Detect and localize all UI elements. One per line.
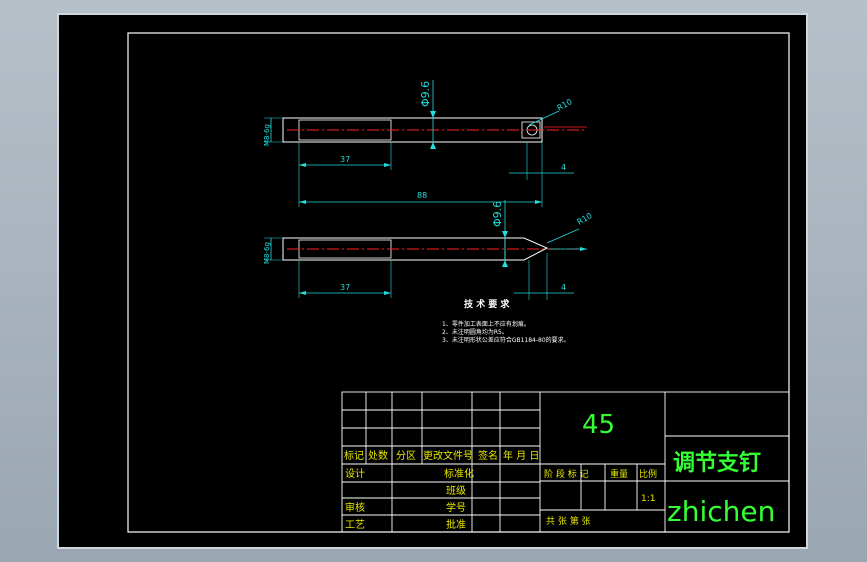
- label-jieduan: 阶 段 标 记: [544, 468, 589, 480]
- label-banji: 班级: [446, 485, 466, 497]
- dim-r10-bottom: R10: [576, 211, 594, 227]
- scale-value: 1:1: [641, 494, 655, 504]
- label-fenqu: 分区: [396, 450, 416, 462]
- dim-left-top: M8-6g: [263, 124, 271, 146]
- label-xuehao: 学号: [446, 501, 466, 514]
- label-sheji: 设计: [345, 467, 365, 480]
- label-pizhun: 批准: [446, 518, 466, 531]
- dim-4-bottom: 4: [561, 283, 566, 292]
- label-gongyi: 工艺: [345, 519, 365, 531]
- drawing-sheet: Φ9.6 R10 37 4 88 M8-6g Φ9.6 R10 37 4 M8-…: [57, 13, 808, 549]
- label-chushu: 处数: [368, 449, 388, 462]
- label-gengai: 更改文件号: [423, 449, 473, 462]
- dim-left-bottom: M8-6g: [263, 242, 271, 264]
- label-bili: 比例: [639, 468, 657, 480]
- material-value: 45: [582, 410, 615, 440]
- dim-r10-top: R10: [556, 97, 574, 113]
- label-zhongliang: 重量: [610, 468, 628, 480]
- label-shenhe: 审核: [345, 501, 365, 514]
- label-qianming: 签名: [478, 449, 498, 462]
- dim-88: 88: [417, 191, 427, 200]
- label-nianyueri: 年 月 日: [503, 449, 539, 462]
- tech-req-1: 1、零件加工表面上不应有划痕。: [442, 320, 530, 328]
- label-biaoji: 标记: [344, 450, 364, 462]
- tech-req-3: 3、未注明形状公差应符合GB1184-80的要求。: [442, 336, 570, 344]
- part-name: 调节支钉: [673, 450, 761, 476]
- dim-37-bottom: 37: [340, 283, 350, 292]
- cad-drawing: Φ9.6 R10 37 4 88 M8-6g Φ9.6 R10 37 4 M8-…: [127, 32, 790, 533]
- dim-4-top: 4: [561, 163, 566, 172]
- company-name: zhichen: [667, 495, 775, 528]
- tech-req-2: 2、未注明圆角均为R5。: [442, 328, 508, 336]
- view-side: [264, 200, 587, 300]
- dim-37-top: 37: [340, 155, 350, 164]
- label-gong-zhang: 共 张 第 张: [546, 515, 591, 527]
- dim-phi-top: Φ9.6: [419, 81, 432, 107]
- tech-req-title: 技 术 要 求: [464, 298, 510, 310]
- label-biaozhunhua: 标准化: [444, 467, 474, 480]
- dim-phi-bottom: Φ9.6: [491, 201, 504, 227]
